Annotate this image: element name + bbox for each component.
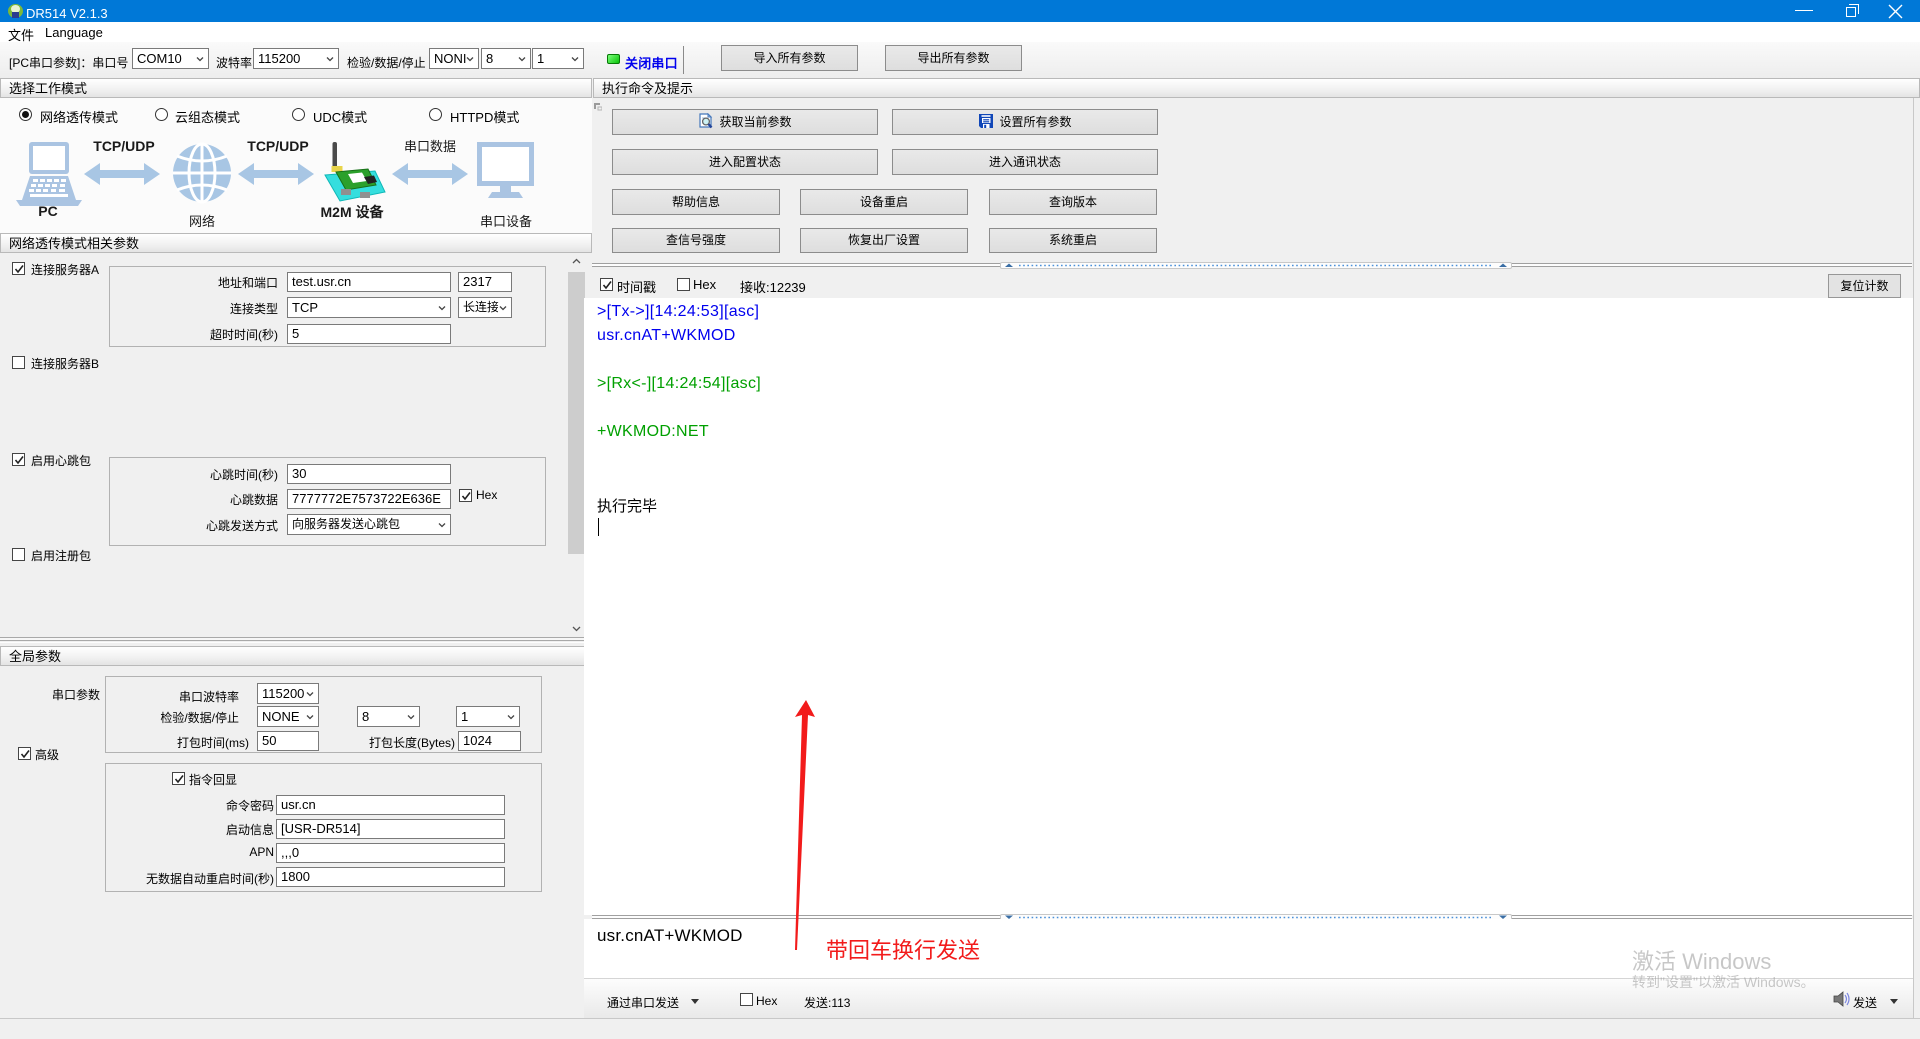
svg-text:网络: 网络 xyxy=(189,214,215,229)
svg-text:TCP/UDP: TCP/UDP xyxy=(93,138,154,154)
svg-text:带回车换行发送: 带回车换行发送 xyxy=(826,938,980,963)
svg-text:串口设备: 串口设备 xyxy=(480,214,532,229)
svg-text:TCP/UDP: TCP/UDP xyxy=(247,138,308,154)
svg-text:PC: PC xyxy=(38,203,57,219)
svg-text:串口数据: 串口数据 xyxy=(404,139,456,154)
svg-text:M2M 设备: M2M 设备 xyxy=(321,204,385,220)
